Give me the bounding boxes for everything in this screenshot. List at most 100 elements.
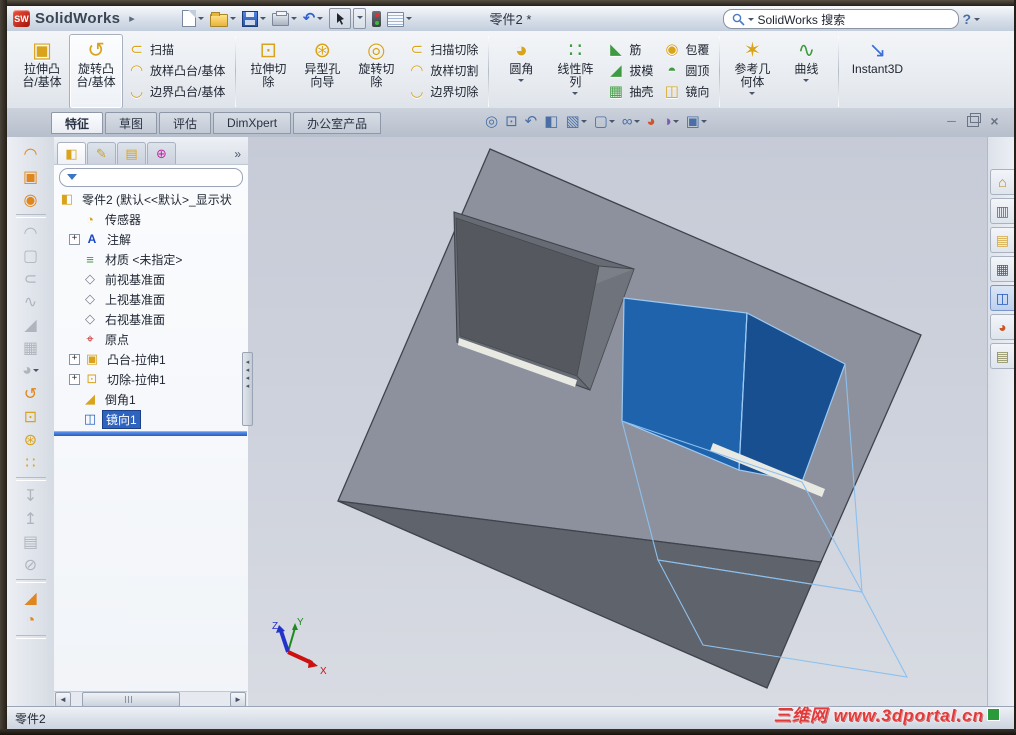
extruded-cut-button[interactable]: ⊡ 拉伸切 除 xyxy=(241,34,295,109)
sweep-icon[interactable]: ⊂ xyxy=(14,267,48,290)
tree-item-annotations[interactable]: + A 注解 xyxy=(54,229,247,249)
dropdown-arrow-icon[interactable] xyxy=(633,119,640,126)
tree-item-origin[interactable]: ⌖ 原点 xyxy=(54,329,247,349)
tree-item-part[interactable]: ◧ 零件2 (默认<<默认>_显示状 xyxy=(54,189,247,209)
scroll-left-button[interactable]: ◄ xyxy=(55,692,71,707)
boundary-surface-icon[interactable]: ▢ xyxy=(14,244,48,267)
zoom-area-icon[interactable]: ⊡ xyxy=(505,112,518,130)
fillet-button[interactable]: ◕ 圆角 xyxy=(494,34,548,109)
shell-icon[interactable]: ▦ xyxy=(14,336,48,359)
swept-boss-base-button[interactable]: ⊂ 扫描 xyxy=(123,39,230,60)
dropdown-arrow-icon[interactable] xyxy=(700,119,707,126)
pattern-icon[interactable]: ∷ xyxy=(14,451,48,474)
boundary-boss-base-button[interactable]: ◡ 边界凸台/基体 xyxy=(123,81,230,102)
mirror-button[interactable]: ◫ 镜向 xyxy=(658,81,714,102)
design-library-icon[interactable]: ▥ xyxy=(990,198,1014,224)
view-orientation-icon[interactable]: ▧ xyxy=(565,112,587,130)
tree-item-boss-extrude1[interactable]: + ▣ 凸台-拉伸1 xyxy=(54,349,247,369)
save-button[interactable] xyxy=(240,10,268,28)
panel-chevron-icon[interactable]: » xyxy=(234,147,245,164)
configurationmanager-tab-icon[interactable]: ▤ xyxy=(117,142,146,164)
options-button[interactable] xyxy=(385,9,414,28)
featuremanager-tab-icon[interactable]: ◧ xyxy=(57,142,86,164)
menu-flyout-arrow-icon[interactable]: ▸ xyxy=(129,12,135,25)
linear-pattern-button[interactable]: ∷ 线性阵 列 xyxy=(548,34,602,109)
panel-splitter-handle[interactable]: ◂ ◂ ◂ ◂ xyxy=(242,352,253,426)
revolved-surface-icon[interactable]: ◉ xyxy=(14,188,48,211)
dropdown-arrow-icon[interactable] xyxy=(580,119,587,126)
undo-button[interactable]: ↶ xyxy=(301,9,326,28)
search-input[interactable]: SolidWorks 搜索 xyxy=(723,9,960,29)
apply-scene-icon[interactable]: ◑ xyxy=(663,113,679,130)
help-button[interactable]: ? xyxy=(962,11,971,27)
reference-geometry-button[interactable]: ✶ 参考几 何体 xyxy=(725,34,779,109)
lofted-boss-base-button[interactable]: ◠ 放样凸台/基体 xyxy=(123,60,230,81)
combine-icon[interactable]: ▤ xyxy=(14,530,48,553)
extruded-boss-base-button[interactable]: ▣ 拉伸凸 台/基体 xyxy=(15,34,69,109)
solidworks-resources-icon[interactable]: ⌂ xyxy=(990,169,1014,195)
help-dropdown[interactable] xyxy=(974,17,980,24)
zoom-fit-icon[interactable]: ◎ xyxy=(485,112,498,130)
rotate-body-icon[interactable]: ↥ xyxy=(14,507,48,530)
tree-item-right-plane[interactable]: ◇ 右视基准面 xyxy=(54,309,247,329)
expand-box-icon[interactable]: + xyxy=(69,373,80,385)
toolbox-icon[interactable]: ▦ xyxy=(990,256,1014,282)
file-explorer-icon[interactable]: ▤ xyxy=(990,227,1014,253)
rebuild-button[interactable] xyxy=(370,10,383,28)
intersect-icon[interactable]: ⊘ xyxy=(14,553,48,576)
appearances-icon[interactable]: ◕ xyxy=(990,314,1014,340)
select-button[interactable] xyxy=(327,7,368,30)
scroll-thumb[interactable] xyxy=(82,692,180,707)
custom-properties-icon[interactable]: ▤ xyxy=(990,343,1014,369)
move-body-icon[interactable]: ↧ xyxy=(14,484,48,507)
rib-button[interactable]: ◣ 筋 xyxy=(602,39,658,60)
tab-evaluate[interactable]: 评估 xyxy=(159,112,212,134)
wrap-icon[interactable]: ◔ xyxy=(14,609,48,632)
restore-button[interactable] xyxy=(967,112,981,127)
print-button[interactable] xyxy=(270,10,299,27)
dropdown-arrow-icon[interactable] xyxy=(608,119,615,126)
tree-item-top-plane[interactable]: ◇ 上视基准面 xyxy=(54,289,247,309)
search-scope-dropdown[interactable] xyxy=(748,17,755,24)
chamfer-icon[interactable]: ◢ xyxy=(14,586,48,609)
expand-box-icon[interactable]: + xyxy=(69,233,80,245)
propertymanager-tab-icon[interactable]: ✎ xyxy=(87,142,116,164)
tree-item-material[interactable]: ≡ 材质 <未指定> xyxy=(54,249,247,269)
hole-wizard-button[interactable]: ⊛ 异型孔 向导 xyxy=(295,34,349,109)
rollback-bar[interactable] xyxy=(54,431,247,436)
expand-box-icon[interactable]: + xyxy=(69,353,80,365)
tree-item-sensors[interactable]: ◔ 传感器 xyxy=(54,209,247,229)
close-button[interactable]: × xyxy=(987,113,1002,129)
tree-filter-input[interactable] xyxy=(59,168,243,187)
dropdown-arrow-icon[interactable] xyxy=(32,369,39,375)
swept-cut-button[interactable]: ⊂ 扫描切除 xyxy=(403,39,483,60)
curve-icon[interactable]: ∿ xyxy=(14,290,48,313)
tree-item-mirror1[interactable]: ◫ 镜向1 xyxy=(54,409,247,429)
hide-show-items-icon[interactable]: ∞ xyxy=(622,113,640,130)
instant3d-button[interactable]: ↘ Instant3D xyxy=(844,34,910,109)
scroll-right-button[interactable]: ► xyxy=(230,692,246,707)
swept-surface-icon[interactable]: ◠ xyxy=(14,142,48,165)
lofted-surface-icon[interactable]: ◠ xyxy=(14,221,48,244)
section-view-icon[interactable]: ◧ xyxy=(544,112,558,130)
tab-office-products[interactable]: 办公室产品 xyxy=(293,112,382,134)
extruded-surface-icon[interactable]: ▣ xyxy=(14,165,48,188)
revolved-cut-button[interactable]: ◎ 旋转切 除 xyxy=(349,34,403,109)
new-button[interactable] xyxy=(180,9,206,28)
previous-view-icon[interactable]: ↶ xyxy=(525,112,538,130)
tree-item-chamfer1[interactable]: ◢ 倒角1 xyxy=(54,389,247,409)
edit-appearance-icon[interactable]: ◕ xyxy=(647,113,656,130)
open-button[interactable] xyxy=(208,10,238,28)
dropdown-arrow-icon[interactable] xyxy=(672,119,679,126)
select-dropdown[interactable] xyxy=(353,8,367,29)
tab-sketch[interactable]: 草图 xyxy=(105,112,158,134)
revolve-icon[interactable]: ↺ xyxy=(14,382,48,405)
dome-button[interactable]: ◓ 圆顶 xyxy=(658,60,714,81)
boundary-cut-button[interactable]: ◡ 边界切除 xyxy=(403,81,483,102)
tree-item-front-plane[interactable]: ◇ 前视基准面 xyxy=(54,269,247,289)
draft-icon[interactable]: ◢ xyxy=(14,313,48,336)
fillet-icon[interactable]: ◕ xyxy=(14,359,48,382)
minimize-button[interactable]: ─ xyxy=(944,114,959,128)
tree-item-cut-extrude1[interactable]: + ⊡ 切除-拉伸1 xyxy=(54,369,247,389)
display-style-icon[interactable]: ▢ xyxy=(594,112,615,130)
